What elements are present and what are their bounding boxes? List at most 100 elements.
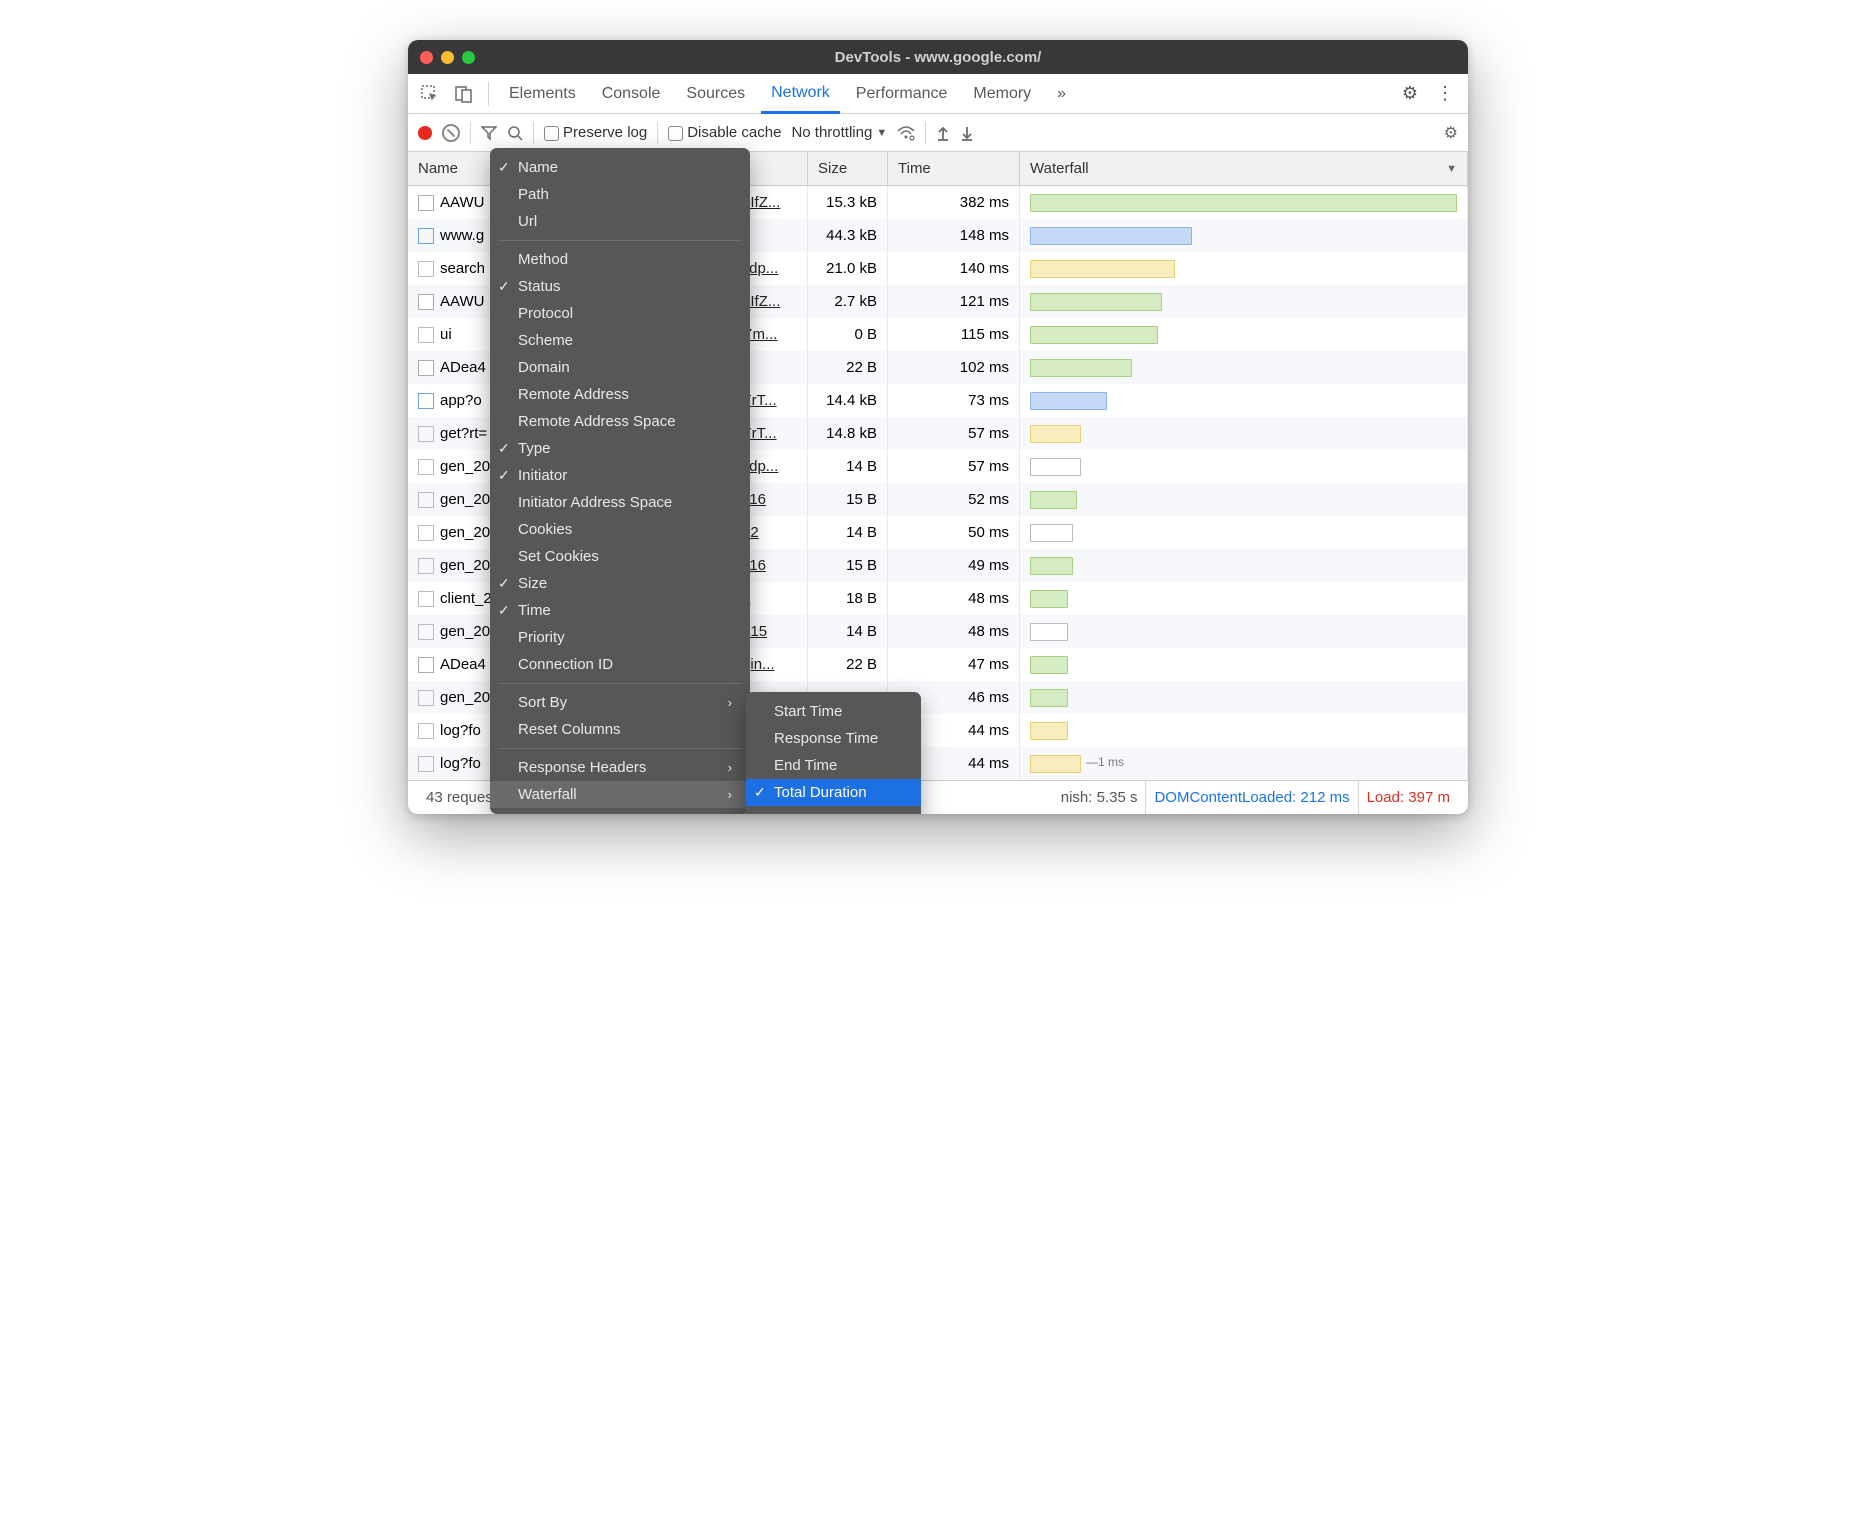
menu-item[interactable]: End Time bbox=[746, 752, 921, 779]
settings-gear-icon[interactable]: ⚙ bbox=[1396, 83, 1424, 104]
tab-elements[interactable]: Elements bbox=[499, 74, 586, 113]
tab-network[interactable]: Network bbox=[761, 75, 840, 114]
menu-item[interactable]: Response Headers› bbox=[490, 754, 750, 781]
menu-item[interactable]: Url bbox=[490, 208, 750, 235]
menu-item[interactable]: ✓Name bbox=[490, 154, 750, 181]
menu-item[interactable]: Waterfall› bbox=[490, 781, 750, 808]
menu-item[interactable]: Reset Columns bbox=[490, 716, 750, 743]
waterfall-bar-label: —1 ms bbox=[1086, 755, 1124, 769]
menu-item-label: Start Time bbox=[774, 703, 842, 720]
menu-item[interactable]: ✓Initiator bbox=[490, 462, 750, 489]
status-finish: nish: 5.35 s bbox=[1053, 789, 1146, 806]
header-context-menu[interactable]: ✓NamePathUrl Method✓StatusProtocolSchemeD… bbox=[490, 148, 750, 814]
cell-time: 148 ms bbox=[888, 219, 1020, 252]
menu-item[interactable]: ✓Size bbox=[490, 570, 750, 597]
zoom-window-button[interactable] bbox=[462, 51, 475, 64]
cell-size: 44.3 kB bbox=[808, 219, 888, 252]
menu-item[interactable]: Method bbox=[490, 246, 750, 273]
preserve-log-checkbox[interactable]: Preserve log bbox=[544, 124, 647, 141]
menu-item-label: Latency bbox=[774, 811, 827, 814]
menu-item-label: Remote Address Space bbox=[518, 413, 676, 430]
menu-item-label: Set Cookies bbox=[518, 548, 599, 565]
close-window-button[interactable] bbox=[420, 51, 433, 64]
traffic-lights bbox=[420, 51, 475, 64]
cell-size: 15.3 kB bbox=[808, 186, 888, 219]
throttling-select[interactable]: No throttling ▼ bbox=[791, 124, 887, 141]
file-type-icon bbox=[418, 690, 434, 706]
record-button[interactable] bbox=[418, 126, 432, 140]
more-menu-icon[interactable]: ⋮ bbox=[1430, 83, 1460, 104]
submenu-arrow-icon: › bbox=[708, 695, 732, 710]
menu-item[interactable]: Sort By› bbox=[490, 689, 750, 716]
cell-time: 50 ms bbox=[888, 516, 1020, 549]
cell-time: 47 ms bbox=[888, 648, 1020, 681]
menu-item[interactable]: Initiator Address Space bbox=[490, 489, 750, 516]
file-type-icon bbox=[418, 426, 434, 442]
menu-item-label: Initiator Address Space bbox=[518, 494, 672, 511]
menu-item[interactable]: Path bbox=[490, 181, 750, 208]
device-toggle-icon[interactable] bbox=[450, 80, 478, 108]
filter-icon[interactable] bbox=[481, 125, 497, 141]
tab-more[interactable]: » bbox=[1047, 74, 1076, 113]
request-name: search bbox=[440, 260, 485, 277]
file-type-icon bbox=[418, 558, 434, 574]
inspect-element-icon[interactable] bbox=[416, 80, 444, 108]
cell-size: 21.0 kB bbox=[808, 252, 888, 285]
upload-har-icon[interactable] bbox=[936, 125, 950, 141]
menu-item[interactable]: Latency bbox=[746, 806, 921, 814]
titlebar: DevTools - www.google.com/ bbox=[408, 40, 1468, 74]
cell-time: 57 ms bbox=[888, 417, 1020, 450]
cell-waterfall bbox=[1020, 714, 1468, 747]
waterfall-submenu[interactable]: Start Time Response Time End Time✓Total Du… bbox=[746, 692, 921, 814]
waterfall-bar bbox=[1030, 722, 1068, 740]
menu-item-label: Response Time bbox=[774, 730, 878, 747]
menu-item[interactable]: Protocol bbox=[490, 300, 750, 327]
menu-item[interactable]: Domain bbox=[490, 354, 750, 381]
status-load: Load: 397 m bbox=[1359, 789, 1458, 806]
menu-item[interactable]: Response Time bbox=[746, 725, 921, 752]
cell-waterfall bbox=[1020, 219, 1468, 252]
menu-item[interactable]: Cookies bbox=[490, 516, 750, 543]
menu-item[interactable]: ✓Total Duration bbox=[746, 779, 921, 806]
tab-sources[interactable]: Sources bbox=[676, 74, 755, 113]
cell-waterfall bbox=[1020, 648, 1468, 681]
menu-item[interactable]: ✓Status bbox=[490, 273, 750, 300]
request-name: get?rt= bbox=[440, 425, 487, 442]
column-header-time[interactable]: Time bbox=[888, 152, 1020, 185]
cell-time: 121 ms bbox=[888, 285, 1020, 318]
request-name: AAWU bbox=[440, 194, 484, 211]
waterfall-bar bbox=[1030, 755, 1081, 773]
request-name: log?fo bbox=[440, 722, 481, 739]
column-header-size[interactable]: Size bbox=[808, 152, 888, 185]
search-icon[interactable] bbox=[507, 125, 523, 141]
cell-size: 0 B bbox=[808, 318, 888, 351]
menu-item[interactable]: ✓Time bbox=[490, 597, 750, 624]
request-name: gen_20 bbox=[440, 491, 490, 508]
tab-console[interactable]: Console bbox=[592, 74, 671, 113]
clear-button[interactable] bbox=[442, 124, 460, 142]
devtools-tabs: Elements Console Sources Network Perform… bbox=[408, 74, 1468, 114]
waterfall-bar bbox=[1030, 425, 1081, 443]
menu-item[interactable]: Start Time bbox=[746, 698, 921, 725]
download-har-icon[interactable] bbox=[960, 125, 974, 141]
minimize-window-button[interactable] bbox=[441, 51, 454, 64]
menu-item[interactable]: ✓Type bbox=[490, 435, 750, 462]
menu-item[interactable]: Remote Address Space bbox=[490, 408, 750, 435]
menu-item[interactable]: Set Cookies bbox=[490, 543, 750, 570]
waterfall-bar bbox=[1030, 326, 1158, 344]
menu-item[interactable]: Scheme bbox=[490, 327, 750, 354]
tab-performance[interactable]: Performance bbox=[846, 74, 958, 113]
request-name: client_2 bbox=[440, 590, 492, 607]
menu-item[interactable]: Remote Address bbox=[490, 381, 750, 408]
network-settings-gear-icon[interactable]: ⚙ bbox=[1444, 123, 1458, 143]
cell-time: 140 ms bbox=[888, 252, 1020, 285]
menu-item[interactable]: Connection ID bbox=[490, 651, 750, 678]
tab-memory[interactable]: Memory bbox=[963, 74, 1041, 113]
file-type-icon bbox=[418, 525, 434, 541]
waterfall-bar bbox=[1030, 194, 1457, 212]
column-header-waterfall[interactable]: Waterfall▼ bbox=[1020, 152, 1468, 185]
network-conditions-icon[interactable] bbox=[897, 125, 915, 141]
request-name: gen_20 bbox=[440, 557, 490, 574]
menu-item[interactable]: Priority bbox=[490, 624, 750, 651]
disable-cache-checkbox[interactable]: Disable cache bbox=[668, 124, 781, 141]
